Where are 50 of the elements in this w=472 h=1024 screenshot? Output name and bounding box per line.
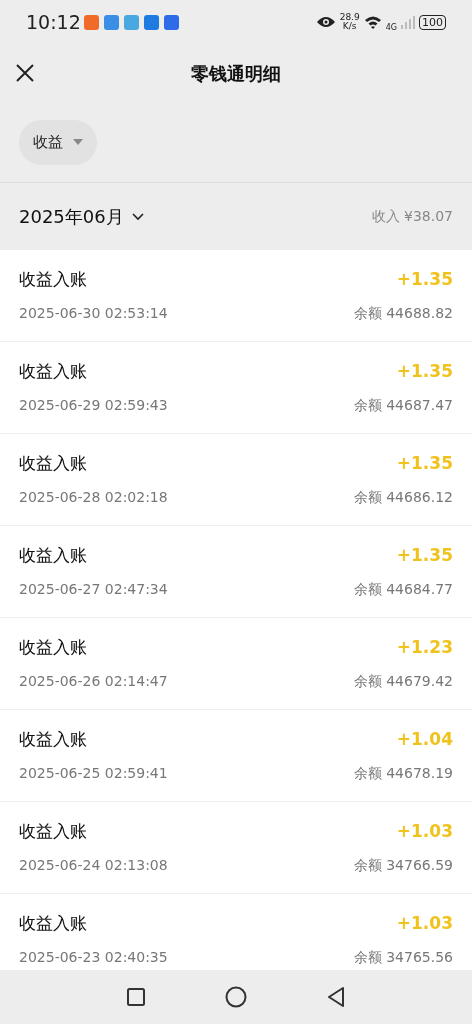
balance-text: 余额 44678.19 bbox=[353, 763, 453, 783]
balance-text: 余额 44679.42 bbox=[353, 671, 453, 691]
balance-text: 余额 34766.59 bbox=[353, 855, 453, 875]
transaction-amount: +1.35 bbox=[396, 544, 453, 568]
income-summary: 收入 ¥38.07 bbox=[371, 207, 453, 226]
filter-dropdown[interactable]: 收益 bbox=[19, 119, 97, 165]
signal-icon bbox=[401, 15, 415, 29]
speed-value: 28.9 bbox=[339, 13, 360, 22]
balance-text: 余额 44686.12 bbox=[353, 487, 453, 507]
wifi-icon bbox=[363, 15, 382, 29]
battery-indicator: 100 bbox=[419, 14, 446, 30]
transaction-title: 收益入账 bbox=[19, 820, 87, 844]
transaction-title: 收益入账 bbox=[19, 636, 87, 660]
transaction-time: 2025-06-27 02:47:34 bbox=[19, 579, 168, 599]
close-button[interactable] bbox=[14, 62, 36, 84]
network-type: 4G bbox=[385, 22, 397, 34]
transaction-amount: +1.23 bbox=[396, 636, 453, 660]
transaction-time: 2025-06-25 02:59:41 bbox=[19, 763, 168, 783]
transaction-amount: +1.03 bbox=[396, 820, 453, 844]
speed-unit: K/s bbox=[342, 22, 357, 31]
transaction-title: 收益入账 bbox=[19, 728, 87, 752]
page-title: 零钱通明细 bbox=[191, 61, 281, 86]
balance-text: 余额 44687.47 bbox=[353, 395, 453, 415]
transaction-time: 2025-06-23 02:40:35 bbox=[19, 947, 168, 967]
transaction-title: 收益入账 bbox=[19, 452, 87, 476]
balance-text: 余额 44684.77 bbox=[353, 579, 453, 599]
transaction-title: 收益入账 bbox=[19, 268, 87, 292]
transaction-title: 收益入账 bbox=[19, 912, 87, 936]
caret-icon bbox=[73, 139, 83, 145]
back-nav-icon[interactable] bbox=[327, 987, 345, 1007]
transaction-time: 2025-06-28 02:02:18 bbox=[19, 487, 168, 507]
month-selector[interactable]: 2025年06月 bbox=[19, 203, 144, 230]
balance-text: 余额 34765.56 bbox=[353, 947, 453, 967]
transaction-title: 收益入账 bbox=[19, 544, 87, 568]
clock-time: 10:12 bbox=[26, 9, 81, 35]
home-nav-icon[interactable] bbox=[225, 986, 247, 1008]
transaction-time: 2025-06-30 02:53:14 bbox=[19, 303, 168, 323]
transaction-time: 2025-06-24 02:13:08 bbox=[19, 855, 168, 875]
transaction-amount: +1.03 bbox=[396, 912, 453, 936]
transaction-time: 2025-06-29 02:59:43 bbox=[19, 395, 168, 415]
square-nav-icon[interactable] bbox=[127, 988, 145, 1006]
transaction-amount: +1.35 bbox=[396, 452, 453, 476]
eye-icon bbox=[315, 15, 336, 29]
transaction-amount: +1.04 bbox=[396, 728, 453, 752]
chevron-down-icon bbox=[131, 212, 144, 221]
transaction-title: 收益入账 bbox=[19, 360, 87, 384]
balance-text: 余额 44688.82 bbox=[353, 303, 453, 323]
transaction-time: 2025-06-26 02:14:47 bbox=[19, 671, 168, 691]
transaction-amount: +1.35 bbox=[396, 268, 453, 292]
transaction-amount: +1.35 bbox=[396, 360, 453, 384]
